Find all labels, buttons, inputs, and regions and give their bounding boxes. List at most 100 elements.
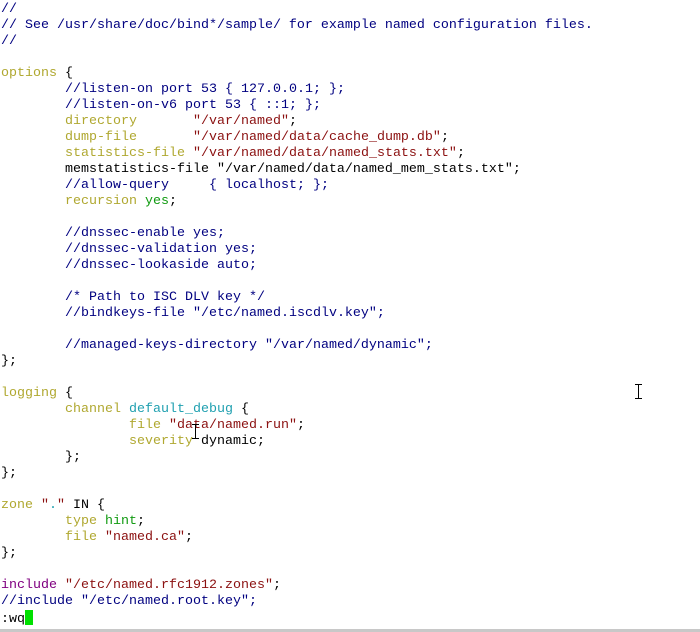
code-line: logging { (1, 386, 593, 402)
token-st: "/var/named" (192, 114, 289, 129)
token-cm: //listen-on port 53 { 127.0.0.1; }; (65, 82, 345, 97)
token-kw: statistics-file (65, 146, 185, 161)
token-n (1, 306, 65, 321)
token-n (137, 194, 145, 209)
token-st: "/etc/named.rfc1912.zones" (65, 578, 273, 593)
code-line: //listen-on port 53 { 127.0.0.1; }; (1, 82, 593, 98)
code-line: severity dynamic; (1, 434, 593, 450)
token-id: . (49, 498, 57, 513)
token-n: { (57, 386, 73, 401)
token-n (1, 290, 65, 305)
token-kw: logging (1, 386, 57, 401)
token-cm: //dnssec-validation yes; (65, 242, 257, 257)
token-n (1, 338, 65, 353)
token-n: ; (456, 146, 465, 161)
code-line: //listen-on-v6 port 53 { ::1; }; (1, 98, 593, 114)
token-n (1, 258, 65, 273)
token-n (1, 418, 129, 433)
command-line: :wq (1, 610, 593, 627)
token-cm: //dnssec-enable yes; (65, 226, 225, 241)
token-n: IN { (65, 498, 105, 513)
token-n (97, 514, 105, 529)
token-cm: // See /usr/share/doc/bind*/sample/ for … (1, 18, 593, 33)
token-cm: // (1, 2, 17, 17)
token-cm: //allow-query { localhost; }; (65, 178, 329, 193)
token-n (1, 226, 65, 241)
token-n: ; (296, 418, 305, 433)
code-line: include "/etc/named.rfc1912.zones"; (1, 578, 593, 594)
token-n: ; (272, 578, 281, 593)
token-n (1, 82, 65, 97)
code-line: }; (1, 546, 593, 562)
token-n (161, 418, 169, 433)
token-st: "data/named.run" (168, 418, 297, 433)
token-n (1, 130, 65, 145)
code-line: //dnssec-lookaside auto; (1, 258, 593, 274)
token-kw: zone (1, 498, 33, 513)
vim-editor[interactable]: //// See /usr/share/doc/bind*/sample/ fo… (1, 2, 593, 627)
text-cursor (25, 610, 33, 625)
token-n: }; (1, 546, 17, 561)
token-kw: dump-file (65, 130, 137, 145)
token-kw: file (65, 530, 97, 545)
token-n (1, 242, 65, 257)
token-kw: recursion (65, 194, 137, 209)
token-n: ; (137, 514, 145, 529)
code-line: statistics-file "/var/named/data/named_s… (1, 146, 593, 162)
token-st: " (41, 498, 49, 513)
token-cm: //dnssec-lookaside auto; (65, 258, 257, 273)
token-n (57, 578, 65, 593)
token-n (1, 530, 65, 545)
token-n: memstatistics-file "/var/named/data/name… (1, 162, 521, 177)
token-cm: /* Path to ISC DLV key */ (65, 290, 265, 305)
code-line: type hint; (1, 514, 593, 530)
token-cm: //include "/etc/named.root.key"; (1, 594, 257, 609)
token-n: dynamic; (192, 434, 265, 449)
token-st: " (57, 498, 65, 513)
token-n: ; (168, 194, 177, 209)
token-cm: //bindkeys-file "/etc/named.iscdlv.key"; (65, 306, 385, 321)
code-line: // See /usr/share/doc/bind*/sample/ for … (1, 18, 593, 34)
token-n (1, 194, 65, 209)
code-line: recursion yes; (1, 194, 593, 210)
code-line: // (1, 2, 593, 18)
token-n (1, 402, 65, 417)
code-line: /* Path to ISC DLV key */ (1, 290, 593, 306)
token-n (1, 178, 65, 193)
token-ty: yes (144, 194, 169, 209)
code-line: //dnssec-validation yes; (1, 242, 593, 258)
token-kw: directory (65, 114, 137, 129)
token-cm: //listen-on-v6 port 53 { ::1; }; (65, 98, 321, 113)
token-n: { (232, 402, 249, 417)
code-line: //dnssec-enable yes; (1, 226, 593, 242)
token-n (1, 434, 129, 449)
token-n: }; (1, 450, 81, 465)
token-n: }; (1, 466, 17, 481)
token-kw: type (65, 514, 97, 529)
code-line: }; (1, 354, 593, 370)
token-n: ; (288, 114, 297, 129)
token-n: ; (440, 130, 449, 145)
code-line: //include "/etc/named.root.key"; (1, 594, 593, 610)
code-line: //allow-query { localhost; }; (1, 178, 593, 194)
token-n (137, 130, 193, 145)
code-line: }; (1, 450, 593, 466)
token-n (33, 498, 41, 513)
token-st: "/var/named/data/named_stats.txt" (192, 146, 457, 161)
token-n (137, 114, 193, 129)
token-pp: include (1, 578, 57, 593)
token-n (185, 146, 193, 161)
code-line: }; (1, 466, 593, 482)
token-n (1, 98, 65, 113)
code-line: file "named.ca"; (1, 530, 593, 546)
code-line: zone "." IN { (1, 498, 593, 514)
mouse-ibeam-cursor-icon (635, 384, 642, 399)
code-line: file "data/named.run"; (1, 418, 593, 434)
token-kw: severity (128, 434, 193, 449)
code-line: //managed-keys-directory "/var/named/dyn… (1, 338, 593, 354)
